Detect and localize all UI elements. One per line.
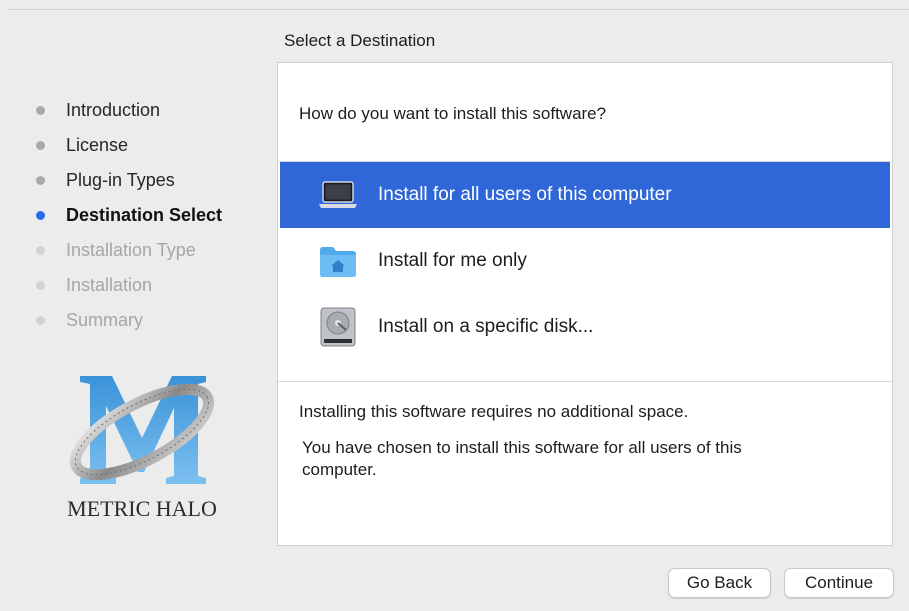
panel-divider <box>278 381 892 382</box>
destination-options-list: Install for all users of this computer I… <box>278 161 892 360</box>
step-license: License <box>36 128 222 163</box>
choice-summary-text: You have chosen to install this software… <box>302 438 742 479</box>
install-question: How do you want to install this software… <box>299 104 607 123</box>
step-plugin-types: Plug-in Types <box>36 163 222 198</box>
step-label: Destination Select <box>66 205 223 225</box>
continue-button[interactable]: Continue <box>784 568 894 598</box>
window-top-divider <box>8 9 909 10</box>
logo-wordmark: METRIC HALO <box>67 496 217 521</box>
option-label: Install for all users of this computer <box>378 184 672 205</box>
step-dot-icon <box>36 246 45 255</box>
page-title: Select a Destination <box>284 31 436 50</box>
option-specific-disk[interactable]: Install on a specific disk... <box>278 294 892 360</box>
step-installation: Installation <box>36 268 222 303</box>
step-dot-icon <box>36 211 45 220</box>
laptop-icon <box>316 173 360 217</box>
step-summary: Summary <box>36 303 222 338</box>
step-installation-type: Installation Type <box>36 233 222 268</box>
hard-disk-icon <box>316 305 360 349</box>
step-label: Plug-in Types <box>66 170 175 190</box>
step-label: Installation Type <box>66 240 196 260</box>
step-dot-icon <box>36 141 45 150</box>
option-label: Install for me only <box>378 250 527 271</box>
home-folder-icon <box>316 239 360 283</box>
step-label: License <box>66 135 129 155</box>
step-introduction: Introduction <box>36 93 222 128</box>
step-label: Introduction <box>66 100 161 120</box>
installer-steps-list: Introduction License Plug-in Types Desti… <box>36 93 222 338</box>
space-requirement-text: Installing this software requires no add… <box>299 402 689 421</box>
step-label: Summary <box>66 310 144 330</box>
step-dot-icon <box>36 281 45 290</box>
step-label: Installation <box>66 275 153 295</box>
step-dot-icon <box>36 176 45 185</box>
step-destination-select: Destination Select <box>36 198 222 233</box>
destination-panel: How do you want to install this software… <box>277 62 893 546</box>
option-me-only[interactable]: Install for me only <box>278 228 892 294</box>
option-label: Install on a specific disk... <box>378 316 594 337</box>
step-dot-icon <box>36 316 45 325</box>
option-all-users[interactable]: Install for all users of this computer <box>280 162 890 228</box>
go-back-button[interactable]: Go Back <box>668 568 771 598</box>
install-info: Installing this software requires no add… <box>299 401 799 481</box>
step-dot-icon <box>36 106 45 115</box>
metric-halo-logo: METRIC HALO <box>60 368 224 528</box>
